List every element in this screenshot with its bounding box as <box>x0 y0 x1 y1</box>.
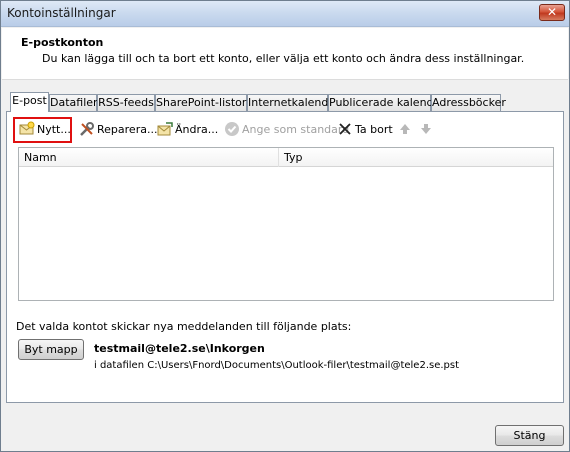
checkmark-icon <box>224 121 240 137</box>
new-account-button[interactable]: Nytt... <box>19 119 71 141</box>
title-bar[interactable]: Kontoinställningar ✕ <box>1 1 569 27</box>
remove-button[interactable]: Ta bort <box>337 119 393 141</box>
datafile-path: i datafilen C:\Users\Fnord\Documents\Out… <box>94 360 460 371</box>
column-header-type[interactable]: Typ <box>279 148 553 167</box>
tab-rss-feeds[interactable]: RSS-feeds <box>97 94 155 111</box>
tab-data-files[interactable]: Datafiler <box>49 94 98 111</box>
change-label: Ändra... <box>175 123 219 136</box>
tab-label: Adressböcker <box>432 96 506 109</box>
repair-button[interactable]: Reparera... <box>79 119 157 141</box>
tab-email[interactable]: E-post <box>10 92 49 112</box>
section-title: E-postkonton <box>21 36 104 49</box>
arrow-up-icon <box>397 121 413 137</box>
change-folder-button[interactable]: Byt mapp <box>18 339 84 360</box>
delivery-description: Det valda kontot skickar nya meddelanden… <box>16 320 352 333</box>
tab-label: RSS-feeds <box>98 96 154 109</box>
repair-icon <box>79 121 95 137</box>
tab-sharepoint-lists[interactable]: SharePoint-listor <box>155 94 247 111</box>
window-title: Kontoinställningar <box>7 6 116 20</box>
column-header-name[interactable]: Namn <box>19 148 279 167</box>
new-account-icon <box>19 121 35 137</box>
tab-published-calendars[interactable]: Publicerade kalendrar <box>328 94 449 111</box>
window-close-button[interactable]: ✕ <box>539 4 565 21</box>
change-button[interactable]: Ändra... <box>157 119 218 141</box>
close-dialog-button[interactable]: Stäng <box>495 425 564 446</box>
account-list[interactable]: Namn Typ <box>18 147 554 301</box>
header-panel: E-postkonton Du kan lägga till och ta bo… <box>2 28 568 80</box>
list-header: Namn Typ <box>19 148 553 167</box>
remove-label: Ta bort <box>355 123 393 136</box>
tab-label: SharePoint-listor <box>156 96 247 109</box>
section-description: Du kan lägga till och ta bort ett konto,… <box>42 52 525 65</box>
move-down-button[interactable] <box>418 119 436 141</box>
close-icon: ✕ <box>546 5 558 19</box>
tab-label: Datafiler <box>50 96 98 109</box>
set-default-button[interactable]: Ange som standard <box>224 119 349 141</box>
tab-address-books[interactable]: Adressböcker <box>431 94 506 111</box>
tab-label: E-post <box>12 94 47 107</box>
arrow-down-icon <box>418 121 434 137</box>
tab-internet-calendars[interactable]: Internetkalendrar <box>247 94 344 111</box>
repair-label: Reparera... <box>97 123 158 136</box>
move-up-button[interactable] <box>397 119 415 141</box>
delivery-folder: testmail@tele2.se\Inkorgen <box>94 342 265 355</box>
set-default-label: Ange som standard <box>242 123 350 136</box>
change-icon <box>157 121 173 137</box>
remove-x-icon <box>337 121 353 137</box>
account-settings-window: Kontoinställningar ✕ E-postkonton Du kan… <box>0 0 570 452</box>
new-account-label: Nytt... <box>37 123 71 136</box>
